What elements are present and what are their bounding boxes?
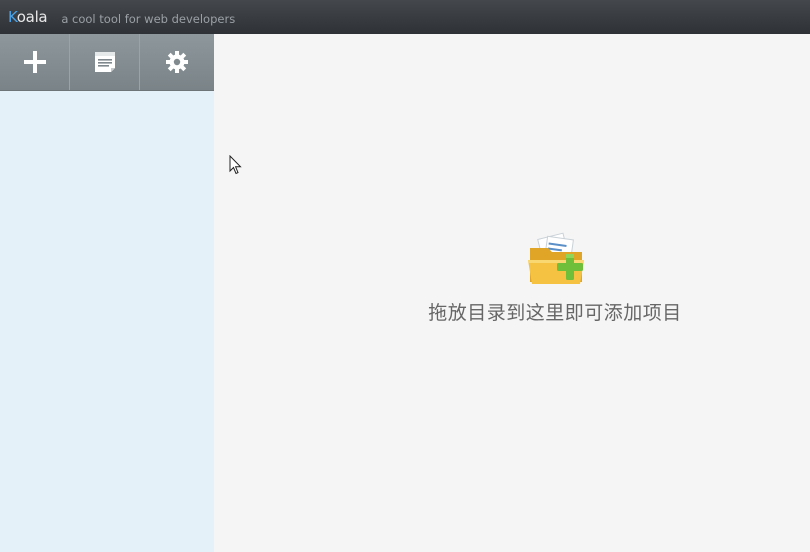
sidebar [0, 34, 214, 552]
app-name-rest: oala [16, 8, 48, 26]
gear-icon [166, 51, 188, 73]
app-tagline: a cool tool for web developers [61, 11, 236, 26]
settings-button[interactable] [140, 34, 214, 90]
project-drop-zone[interactable]: 拖放目录到这里即可添加项目 [214, 34, 810, 552]
app-name: Koala [8, 8, 48, 26]
drop-hint-text: 拖放目录到这里即可添加项目 [428, 302, 682, 324]
document-icon [94, 52, 115, 72]
plus-icon [23, 51, 46, 73]
app-name-initial: K [8, 8, 17, 26]
mouse-cursor-icon [229, 155, 242, 175]
title-bar: Koala a cool tool for web developers [0, 0, 810, 34]
add-project-button[interactable] [0, 34, 70, 90]
sidebar-toolbar [0, 34, 214, 91]
koala-window: Koala a cool tool for web developers 拖放目… [0, 0, 810, 552]
empty-state: 拖放目录到这里即可添加项目 [214, 232, 810, 325]
log-button[interactable] [70, 34, 140, 90]
folder-add-icon [522, 232, 588, 288]
